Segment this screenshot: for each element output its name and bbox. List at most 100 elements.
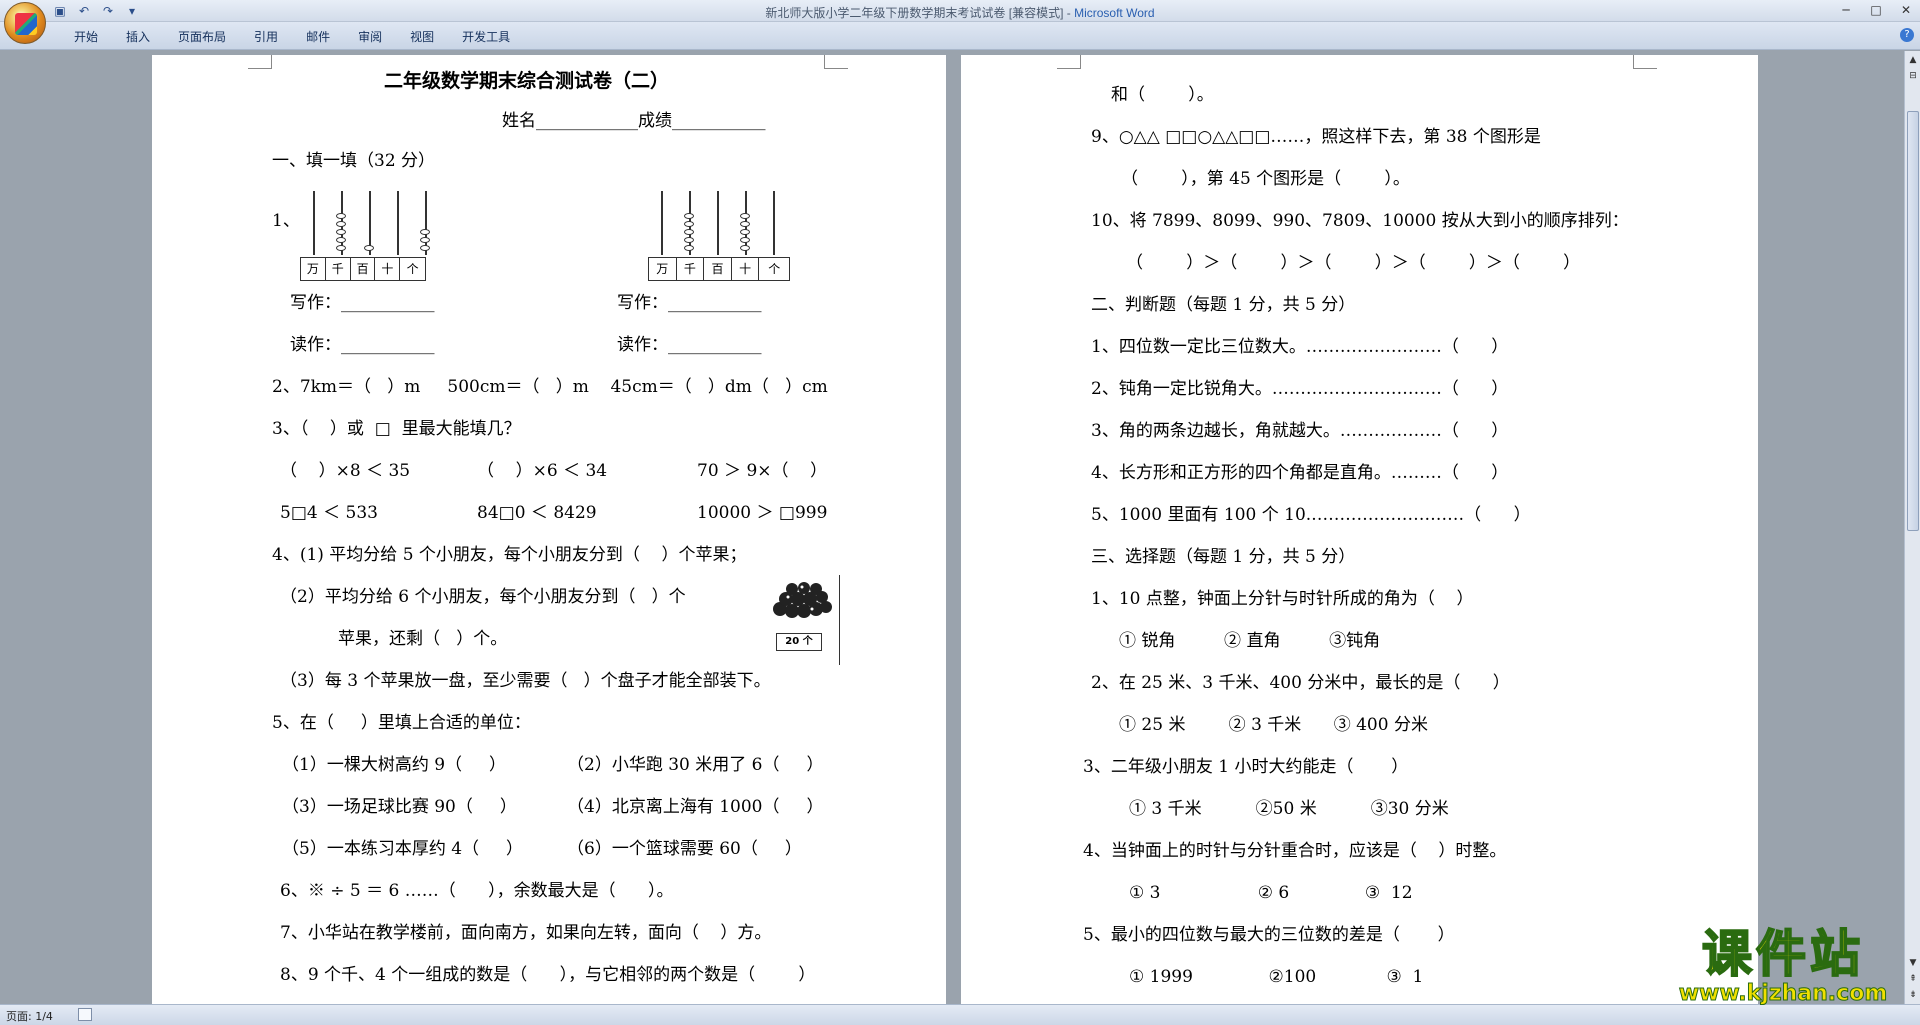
document-workspace: 二年级数学期末综合测试卷（二） 姓名____________成绩________… (0, 51, 1904, 1004)
exam-title: 二年级数学期末综合测试卷（二） (384, 70, 670, 92)
abacus-label: 十 (732, 258, 760, 280)
read-line-2: 读作：___________ (617, 335, 762, 355)
tab-home[interactable]: 开始 (60, 28, 112, 46)
window-controls: ─ □ ✕ (1838, 2, 1914, 18)
q5-item-3: （3）一场足球比赛 90（ ） (282, 797, 517, 817)
question-6: 6、※ ÷ 5 ＝ 6 ……（ ），余数最大是（ ）。 (280, 881, 674, 901)
crop-mark (1057, 55, 1081, 69)
abacus-label: 千 (326, 258, 351, 280)
crop-mark (1633, 55, 1657, 69)
apple-pile-image: 20 个 (764, 575, 840, 665)
read-line-1: 读作：___________ (290, 335, 435, 355)
next-page-icon[interactable]: ⇟ (1907, 988, 1919, 1002)
tab-developer[interactable]: 开发工具 (448, 28, 524, 46)
q1-label: 1、 (272, 211, 300, 231)
abacus-label: 万 (301, 258, 326, 280)
abacus-label: 个 (768, 262, 781, 276)
q3-row2-a: 5□4 ＜ 533 (280, 503, 378, 523)
choice-3: 3、二年级小朋友 1 小时大约能走（ ） (1083, 757, 1409, 777)
question-10: 10、将 7899、8099、990、7809、10000 按从大到小的顺序排列… (1091, 211, 1629, 231)
q3-row2-b: 84□0 ＜ 8429 (477, 503, 597, 523)
choice-3-options: ① 3 千米 ②50 米 ③30 分米 (1129, 799, 1449, 819)
ruler-toggle-icon[interactable]: ⊟ (1907, 69, 1919, 83)
scrollbar-thumb[interactable] (1907, 111, 1919, 531)
crop-mark (248, 55, 272, 69)
question-5: 5、在（ ）里填上合适的单位： (272, 713, 531, 733)
minimize-icon[interactable]: ─ (1838, 2, 1854, 18)
document-title: 新北师大版小学二年级下册数学期末考试试卷 [兼容模式] - (765, 6, 1075, 20)
proofing-icon[interactable] (78, 1008, 92, 1021)
office-button[interactable] (4, 2, 46, 44)
watermark: 课件站 www.kjzhan.com (1668, 924, 1898, 1006)
question-9b: （ ），第 45 个图形是（ ）。 (1121, 169, 1410, 189)
title-bar: ▣ ↶ ↷ ▾ 新北师大版小学二年级下册数学期末考试试卷 [兼容模式] - Mi… (0, 0, 1920, 22)
window-title: 新北师大版小学二年级下册数学期末考试试卷 [兼容模式] - Microsoft … (0, 4, 1920, 21)
choice-2-options: ① 25 米 ② 3 千米 ③ 400 分米 (1119, 715, 1428, 735)
section-1-heading: 一、填一填（32 分） (272, 151, 436, 171)
q3-row2-c: 10000 ＞ □999 (697, 503, 828, 523)
question-2: 2、7km＝（ ）m 500cm＝（ ）m 45cm＝（ ）dm（ ）cm (272, 377, 828, 397)
question-4-2b: 苹果，还剩（ ）个。 (338, 629, 508, 649)
scroll-down-icon[interactable]: ▼ (1907, 956, 1919, 970)
choice-4: 4、当钟面上的时针与分针重合时，应该是（ ）时整。 (1083, 841, 1507, 861)
page-2: 和（ ）。 9、○△△ □□○△△□□……，照这样下去，第 38 个图形是 （ … (961, 55, 1758, 1004)
q5-item-5: （5）一本练习本厚约 4（ ） (282, 839, 524, 859)
q5-item-1: （1）一棵大树高约 9（ ） (282, 755, 507, 775)
choice-1: 1、10 点整，钟面上分针与时针所成的角为（ ） (1091, 589, 1474, 609)
tab-review[interactable]: 审阅 (344, 28, 396, 46)
choice-2: 2、在 25 米、3 千米、400 分米中，最长的是（ ） (1091, 673, 1510, 693)
help-icon[interactable]: ? (1900, 28, 1914, 42)
tab-references[interactable]: 引用 (240, 28, 292, 46)
q3-row1-a: （ ）×8 ＜ 35 (280, 461, 411, 481)
question-10b: （ ）＞（ ）＞（ ）＞（ ）＞（ ） (1126, 253, 1581, 273)
tab-insert[interactable]: 插入 (112, 28, 164, 46)
abacus-label: 千 (677, 258, 705, 280)
page-1: 二年级数学期末综合测试卷（二） 姓名____________成绩________… (152, 55, 946, 1004)
q5-item-2: （2）小华跑 30 米用了 6（ ） (567, 755, 824, 775)
maximize-icon[interactable]: □ (1868, 2, 1884, 18)
question-3: 3、（ ）或 □ 里最大能填几？ (272, 419, 521, 439)
abacus-label: 个 (406, 262, 419, 276)
vertical-scrollbar[interactable]: ▲ ⊟ ▼ ⇞ ⇟ (1904, 51, 1920, 1004)
crop-mark (824, 55, 848, 69)
abacus-right: 万 千 百 十 个 (648, 191, 793, 281)
previous-page-icon[interactable]: ⇞ (1907, 972, 1919, 986)
judge-4: 4、长方形和正方形的四个角都是直角。………（ ） (1091, 463, 1509, 483)
office-logo-icon (15, 13, 37, 35)
tab-view[interactable]: 视图 (396, 28, 448, 46)
page-indicator[interactable]: 页面: 1/4 (6, 1008, 53, 1024)
watermark-url: www.kjzhan.com (1678, 981, 1888, 1006)
q8-continued: 和（ ）。 (1111, 85, 1214, 105)
status-bar: 页面: 1/4 (0, 1004, 1920, 1025)
question-7: 7、小华站在教学楼前，面向南方，如果向左转，面向（ ）方。 (280, 923, 772, 943)
write-line-2: 写作：___________ (617, 293, 762, 313)
question-4-3: （3）每 3 个苹果放一盘，至少需要（ ）个盘子才能全部装下。 (280, 671, 771, 691)
ribbon-tabs: 开始 插入 页面布局 引用 邮件 审阅 视图 开发工具 (60, 28, 524, 46)
abacus-left: 万 千 百 十 个 (300, 191, 430, 281)
tab-page-layout[interactable]: 页面布局 (164, 28, 240, 46)
judge-3: 3、角的两条边越长，角就越大。………………（ ） (1091, 421, 1509, 441)
choice-1-options: ① 锐角 ② 直角 ③钝角 (1119, 631, 1381, 651)
write-line-1: 写作：___________ (290, 293, 435, 313)
section-3-heading: 三、选择题（每题 1 分，共 5 分） (1091, 547, 1356, 567)
question-4-2: （2）平均分给 6 个小朋友，每个小朋友分到（ ）个 (280, 587, 686, 607)
app-name: Microsoft Word (1074, 6, 1155, 20)
section-2-heading: 二、判断题（每题 1 分，共 5 分） (1091, 295, 1356, 315)
close-icon[interactable]: ✕ (1898, 2, 1914, 18)
choice-5-options: ① 1999 ②100 ③ 1 (1129, 967, 1424, 987)
scroll-up-icon[interactable]: ▲ (1907, 53, 1919, 67)
apple-pile-icon (773, 582, 832, 618)
watermark-logo: 课件站 (1701, 924, 1864, 984)
q5-item-6: （6）一个篮球需要 60（ ） (567, 839, 802, 859)
ribbon: 开始 插入 页面布局 引用 邮件 审阅 视图 开发工具 ? (0, 22, 1920, 50)
judge-2: 2、钝角一定比锐角大。…………………………（ ） (1091, 379, 1509, 399)
question-9: 9、○△△ □□○△△□□……，照这样下去，第 38 个图形是 (1091, 127, 1541, 147)
question-8: 8、9 个千、4 个一组成的数是（ ），与它相邻的两个数是（ ） (280, 965, 816, 985)
abacus-label: 百 (704, 258, 732, 280)
question-4-1: 4、(1) 平均分给 5 个小朋友，每个小朋友分到（ ）个苹果； (272, 545, 747, 565)
choice-4-options: ① 3 ② 6 ③ 12 (1129, 883, 1413, 903)
judge-5: 5、1000 里面有 100 个 10.………………………（ ） (1091, 505, 1531, 525)
apple-count-label: 20 个 (776, 633, 822, 651)
abacus-label: 十 (375, 258, 401, 280)
tab-mailings[interactable]: 邮件 (292, 28, 344, 46)
